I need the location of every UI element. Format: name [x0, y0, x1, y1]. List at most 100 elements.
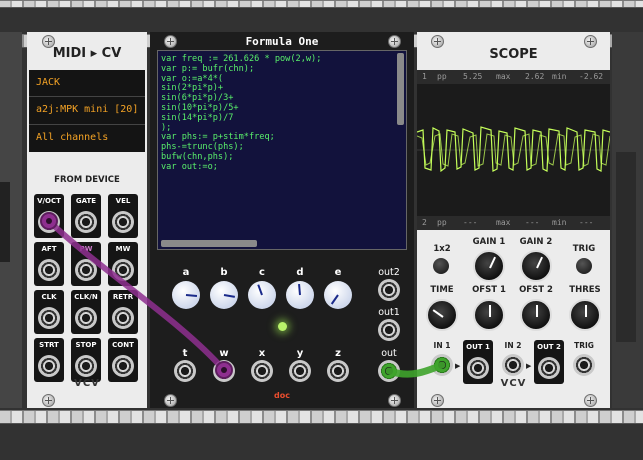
time-label: TIME — [430, 285, 454, 295]
partial-module-slot — [0, 182, 10, 262]
midi-output-label: STRT — [39, 341, 59, 349]
scope-display: 1 pp 5.25 max 2.62 min -2.62 2 pp --- ma… — [417, 70, 610, 230]
in2-jack[interactable] — [502, 354, 524, 376]
midi-output-jack[interactable] — [112, 259, 134, 281]
midi-output-label: CONT — [112, 341, 134, 349]
midi-output-retr: RETR — [108, 290, 138, 334]
midi-output-label: RETR — [112, 293, 134, 301]
device-select[interactable]: a2j:MPK mini [20] — [29, 97, 145, 125]
scope-module: SCOPE 1 pp 5.25 max 2.62 min -2.62 2 pp … — [417, 32, 610, 408]
midi-output-jack[interactable] — [112, 211, 134, 233]
driver-select[interactable]: JACK — [29, 70, 145, 97]
input-z-jack[interactable] — [327, 360, 349, 382]
midi-output-label: VEL — [115, 197, 131, 205]
midi-output-jack[interactable] — [38, 259, 60, 281]
trig-mode-button[interactable] — [576, 258, 592, 274]
ofst1-knob[interactable] — [473, 299, 505, 331]
gain1-knob[interactable] — [473, 250, 505, 282]
midi-output-jack[interactable] — [112, 307, 134, 329]
gain2-knob[interactable] — [520, 250, 552, 282]
out2-label: out2 — [378, 267, 400, 278]
ch2-pp-value: --- — [463, 218, 478, 227]
out-jack[interactable] — [378, 360, 400, 382]
input-w-jack[interactable] — [213, 360, 235, 382]
knob-indicator — [298, 283, 301, 296]
gain2-label: GAIN 2 — [519, 237, 553, 247]
midi-output-jack[interactable] — [38, 355, 60, 377]
midi-output-cont: CONT — [108, 338, 138, 382]
ch2-min-value: --- — [579, 218, 594, 227]
out1-label: OUT 1 — [466, 343, 490, 351]
knob-c[interactable] — [248, 281, 276, 309]
module-title: Formula One — [245, 35, 319, 48]
knob-a[interactable] — [172, 281, 200, 309]
brand-logo: VCV — [500, 378, 527, 389]
knob-b[interactable] — [210, 281, 238, 309]
scope-out2-jack[interactable] — [538, 357, 560, 379]
midi-output-jack[interactable] — [75, 355, 97, 377]
x2-button[interactable] — [433, 258, 449, 274]
vertical-scrollbar[interactable] — [397, 53, 404, 125]
midi-output-aft: AFT — [34, 242, 64, 286]
out1-jack[interactable] — [378, 319, 400, 341]
midi-output-jack[interactable] — [112, 355, 134, 377]
status-led — [278, 322, 287, 331]
midi-output-label: MW — [115, 245, 131, 253]
midi-output-strt: STRT — [34, 338, 64, 382]
input-w-label: w — [219, 348, 229, 359]
thres-label: THRES — [569, 285, 601, 295]
section-label: FROM DEVICE — [54, 175, 120, 185]
channel-select[interactable]: All channels — [29, 125, 145, 152]
ofst2-knob[interactable] — [520, 299, 552, 331]
midi-output-label: AFT — [41, 245, 57, 253]
ch2-max-value: --- — [525, 218, 540, 227]
rack-rail-upper-edge — [0, 0, 643, 8]
midi-output-jack[interactable] — [75, 211, 97, 233]
in1-label: IN 1 — [433, 341, 451, 350]
midi-output-vel: VEL — [108, 194, 138, 238]
trig-in-jack[interactable] — [573, 354, 595, 376]
device-label: a2j:MPK mini [20] — [36, 104, 139, 115]
module-title: SCOPE — [489, 47, 538, 62]
input-t-jack[interactable] — [174, 360, 196, 382]
midi-output-pw: PW — [71, 242, 101, 286]
in1-jack[interactable] — [431, 354, 453, 376]
trig-in-label: TRIG — [574, 341, 594, 350]
ch2-max-label: max — [496, 218, 511, 227]
input-z-label: z — [335, 348, 341, 359]
knob-a-label: a — [182, 267, 190, 278]
code-text[interactable]: var freq := 261.626 * pow(2,w); var p:= … — [161, 54, 321, 173]
time-knob[interactable] — [426, 299, 458, 331]
arrow-icon: ▶ — [526, 362, 532, 370]
midi-output-gate: GATE — [71, 194, 101, 238]
knob-c-label: c — [259, 267, 265, 278]
knob-e-label: e — [334, 267, 342, 278]
brand-logo: doc — [274, 391, 290, 400]
midi-output-label: STOP — [75, 341, 97, 349]
midi-output-stop: STOP — [71, 338, 101, 382]
code-editor[interactable]: var freq := 261.626 * pow(2,w); var p:= … — [157, 50, 407, 250]
out-label: out — [381, 348, 397, 359]
out2-jack[interactable] — [378, 279, 400, 301]
input-x-jack[interactable] — [251, 360, 273, 382]
midi-output-jack[interactable] — [75, 259, 97, 281]
partial-right-module — [612, 32, 643, 408]
scope-out1-jack[interactable] — [467, 357, 489, 379]
midi-output-label: PW — [79, 245, 93, 253]
midi-output-jack[interactable] — [38, 211, 60, 233]
input-y-jack[interactable] — [289, 360, 311, 382]
screw-icon — [42, 394, 55, 407]
knob-indicator — [185, 294, 198, 297]
knob-e[interactable] — [324, 281, 352, 309]
knob-d-label: d — [296, 267, 304, 278]
horizontal-scrollbar[interactable] — [161, 240, 257, 247]
midi-output-jack[interactable] — [38, 307, 60, 329]
ch2-min-label: min — [552, 218, 567, 227]
trig-mode-label: TRIG — [572, 244, 596, 254]
thres-knob[interactable] — [569, 299, 601, 331]
knob-d[interactable] — [286, 281, 314, 309]
midi-output-jack[interactable] — [75, 307, 97, 329]
ofst1-label: OFST 1 — [472, 285, 506, 295]
midi-cv-module: MIDI ▸ CV JACK a2j:MPK mini [20] All cha… — [27, 32, 147, 408]
midi-output-label: V/OCT — [37, 197, 61, 205]
